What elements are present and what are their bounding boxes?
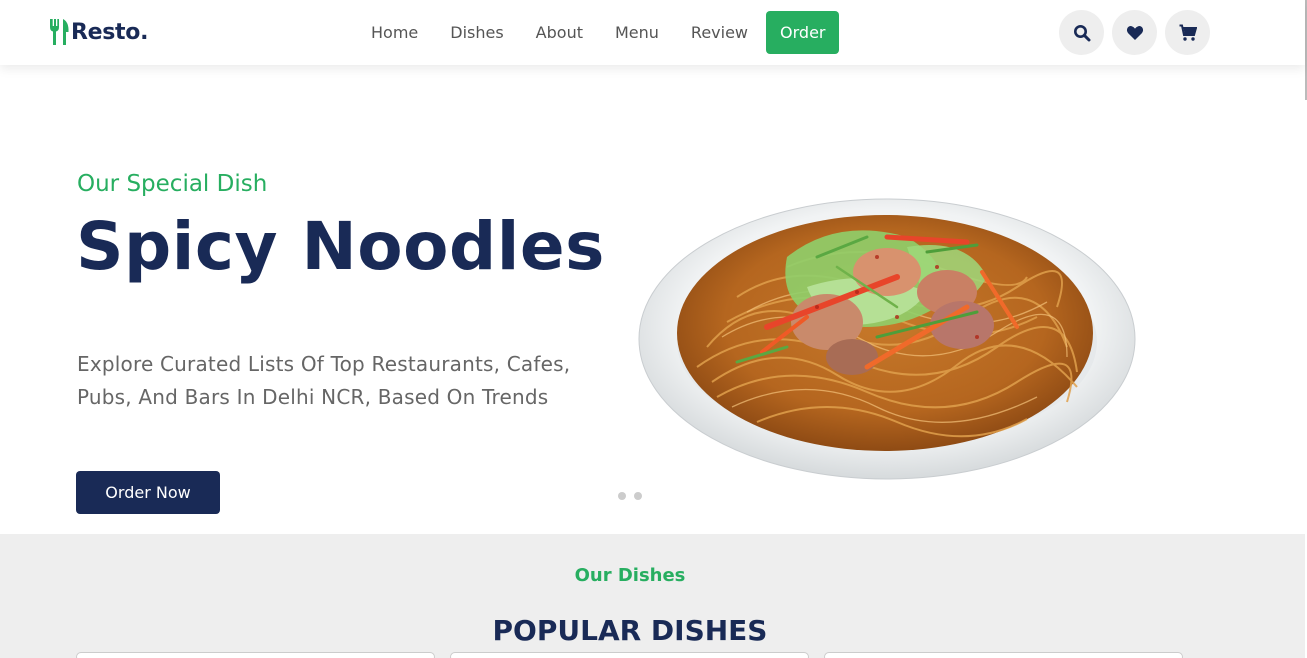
- nav-dishes[interactable]: Dishes: [434, 11, 519, 54]
- utensils-icon: [50, 19, 69, 45]
- hero-description: Explore Curated Lists Of Top Restaurants…: [77, 352, 571, 409]
- hero-subtitle: Our Special Dish: [77, 171, 268, 197]
- heart-icon: [1126, 25, 1143, 40]
- main-nav: Home Dishes About Menu Review Order: [355, 11, 840, 54]
- cart-icon: [1179, 24, 1197, 41]
- nav-menu[interactable]: Menu: [599, 11, 675, 54]
- site-header: Resto. Home Dishes About Menu Review Ord…: [0, 0, 1305, 65]
- brand-name: Resto.: [71, 19, 149, 45]
- spicy-noodles-image: [638, 198, 1136, 480]
- popular-dishes-section: Our Dishes POPULAR DISHES: [0, 534, 1305, 658]
- dish-card[interactable]: [824, 652, 1183, 658]
- hero-slider: Our Special Dish Spicy Noodles Explore C…: [0, 65, 1305, 534]
- wishlist-button[interactable]: [1112, 10, 1157, 55]
- slide-dot[interactable]: [618, 492, 626, 500]
- nav-about[interactable]: About: [520, 11, 599, 54]
- header-icons: [1059, 10, 1210, 55]
- search-button[interactable]: [1059, 10, 1104, 55]
- cart-button[interactable]: [1165, 10, 1210, 55]
- logo[interactable]: Resto.: [48, 17, 148, 47]
- nav-order[interactable]: Order: [766, 11, 840, 54]
- slider-pagination: [618, 492, 642, 500]
- order-now-button[interactable]: Order Now: [76, 471, 220, 514]
- nav-review[interactable]: Review: [675, 11, 764, 54]
- section-title: POPULAR DISHES: [492, 614, 768, 647]
- slide-dot[interactable]: [634, 492, 642, 500]
- hero-title: Spicy Noodles: [76, 208, 605, 285]
- dish-card[interactable]: [76, 652, 435, 658]
- nav-home[interactable]: Home: [355, 11, 434, 54]
- search-icon: [1073, 24, 1090, 41]
- dish-card[interactable]: [450, 652, 809, 658]
- section-subtitle: Our Dishes: [574, 565, 686, 586]
